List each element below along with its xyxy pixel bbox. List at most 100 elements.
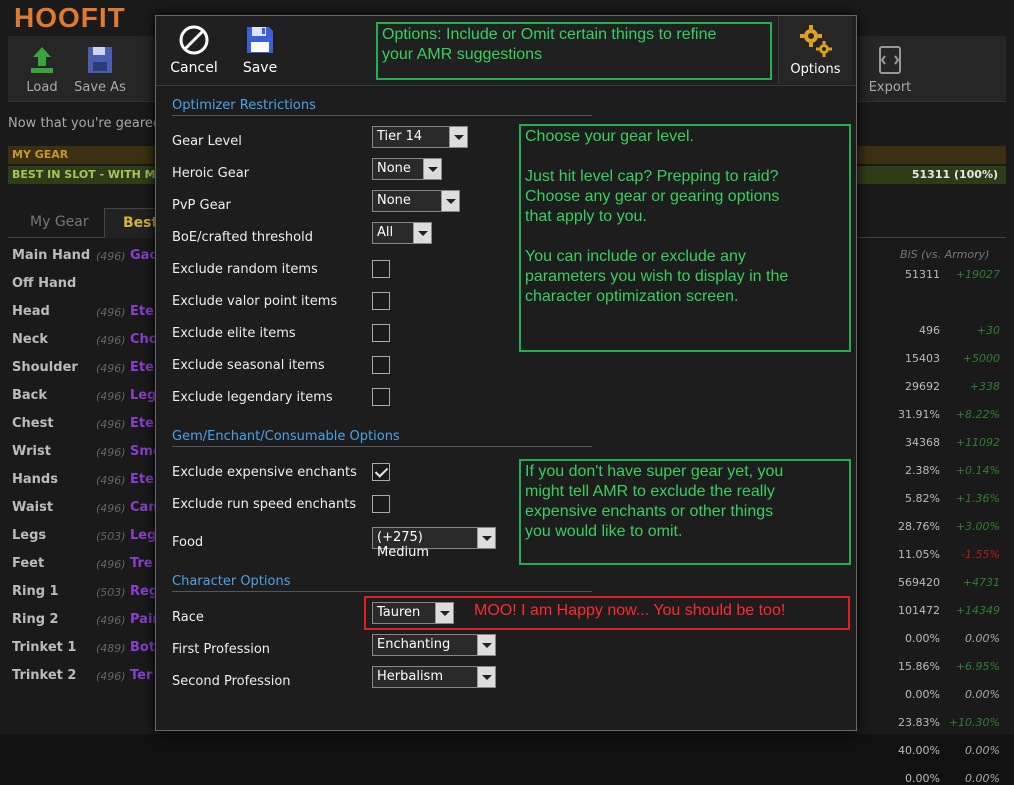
bis-bar-label: BEST IN SLOT - WITH M <box>12 168 156 181</box>
slot-name: Chest <box>12 416 54 431</box>
armory-delta: +11092 <box>955 436 1000 449</box>
slot-item-level: (496) <box>96 306 126 319</box>
export-button[interactable]: Export <box>860 44 920 95</box>
armory-delta: -1.55% <box>961 548 1000 561</box>
slot-item-name: Cho <box>130 332 158 347</box>
gear-level-select[interactable]: Tier 14 <box>372 126 468 148</box>
slot-item-level: (496) <box>96 614 126 627</box>
gear-level-value: Tier 14 <box>377 129 423 144</box>
save-as-icon <box>88 47 112 73</box>
chevron-down-icon <box>477 667 495 687</box>
exclude-random-label: Exclude random items <box>172 262 318 277</box>
exclude-seasonal-checkbox[interactable] <box>372 356 390 374</box>
slot-item-name: Leg <box>130 388 157 403</box>
slot-item-level: (496) <box>96 670 126 683</box>
chevron-down-icon <box>477 528 495 548</box>
slot-item-level: (503) <box>96 586 126 599</box>
slot-item-name: Tre <box>130 556 153 571</box>
slot-item-level: (496) <box>96 446 126 459</box>
armory-delta: +5000 <box>962 352 1000 365</box>
pvp-gear-label: PvP Gear <box>172 198 231 213</box>
armory-delta: +4731 <box>962 576 1000 589</box>
exclude-run-speed-checkbox[interactable] <box>372 495 390 513</box>
exclude-run-speed-label: Exclude run speed enchants <box>172 497 357 512</box>
armory-delta: 0.00% <box>965 632 1000 645</box>
slot-name: Off Hand <box>12 276 77 291</box>
exclude-elite-checkbox[interactable] <box>372 324 390 342</box>
save-as-label: Save As <box>74 80 126 95</box>
boe-threshold-value: All <box>377 225 394 240</box>
race-label: Race <box>172 610 204 625</box>
save-button[interactable]: Save <box>230 24 290 76</box>
slot-row: Shoulder (496) Ete <box>8 354 158 382</box>
armory-delta: +30 <box>976 324 1000 337</box>
slot-item-level: (496) <box>96 474 126 487</box>
exclude-expensive-label: Exclude expensive enchants <box>172 465 357 480</box>
exclude-expensive-checkbox[interactable] <box>372 463 390 481</box>
heroic-gear-value: None <box>377 161 411 176</box>
slot-name: Feet <box>12 556 45 571</box>
slot-name: Trinket 2 <box>12 668 77 683</box>
slot-row: Feet (496) Tre <box>8 550 158 578</box>
slot-row: Neck (496) Cho <box>8 326 158 354</box>
armory-delta: +6.95% <box>955 660 1000 673</box>
slot-item-name: Can <box>130 500 158 515</box>
first-profession-select[interactable]: Enchanting <box>372 634 496 656</box>
slot-item-name: Reg <box>130 584 159 599</box>
food-value: (+275) Medium <box>377 530 429 560</box>
armory-delta: +10.30% <box>948 716 1000 729</box>
options-label: Options <box>790 62 841 77</box>
race-select[interactable]: Tauren <box>372 602 454 624</box>
chevron-down-icon <box>423 159 441 179</box>
exclude-legendary-checkbox[interactable] <box>372 388 390 406</box>
armory-delta: +0.14% <box>955 464 1000 477</box>
load-button[interactable]: Load <box>12 44 72 95</box>
load-label: Load <box>26 80 58 95</box>
slot-item-name: Ete <box>130 304 154 319</box>
slot-item-name: Ete <box>130 360 154 375</box>
slot-name: Waist <box>12 500 54 515</box>
heroic-gear-label: Heroic Gear <box>172 166 250 181</box>
boe-threshold-select[interactable]: All <box>372 222 432 244</box>
slot-item-level: (496) <box>96 334 126 347</box>
section-optimizer: Optimizer Restrictions <box>172 98 592 116</box>
cancel-button[interactable]: Cancel <box>164 24 224 76</box>
exclude-elite-label: Exclude elite items <box>172 326 296 341</box>
slot-item-level: (496) <box>96 362 126 375</box>
armory-delta: 0.00% <box>965 744 1000 757</box>
slot-row: Ring 2 (496) Pair <box>8 606 159 634</box>
save-as-button[interactable]: Save As <box>70 44 130 95</box>
slot-item-name: Ete <box>130 472 154 487</box>
slot-item-level: (496) <box>96 558 126 571</box>
options-dialog: Cancel Save Options: Include or Omit cer… <box>155 15 857 731</box>
second-profession-select[interactable]: Herbalism <box>372 666 496 688</box>
exclude-random-checkbox[interactable] <box>372 260 390 278</box>
section-character: Character Options <box>172 574 592 592</box>
cancel-label: Cancel <box>170 60 218 76</box>
slot-row: Wrist (496) Smo <box>8 438 162 466</box>
slot-name: Legs <box>12 528 47 543</box>
exclude-valor-label: Exclude valor point items <box>172 294 338 309</box>
slot-item-level: (496) <box>96 418 126 431</box>
tab-my-gear[interactable]: My Gear <box>12 208 107 238</box>
armory-delta: +8.22% <box>955 408 1000 421</box>
food-select[interactable]: (+275) Medium <box>372 527 496 560</box>
slot-item-level: (496) <box>96 502 126 515</box>
slot-row: Head (496) Ete <box>8 298 158 326</box>
options-button[interactable]: Options <box>778 16 852 84</box>
exclude-valor-checkbox[interactable] <box>372 292 390 310</box>
heroic-gear-select[interactable]: None <box>372 158 442 180</box>
upload-icon <box>31 47 53 73</box>
cancel-icon <box>179 25 209 55</box>
slot-row: Back (496) Leg <box>8 382 158 410</box>
armory-delta: +338 <box>969 380 1000 393</box>
slot-item-name: Bot <box>130 640 156 655</box>
first-profession-value: Enchanting <box>377 637 451 652</box>
armory-delta: +14349 <box>955 604 1000 617</box>
slot-row: Chest (496) Ete <box>8 410 158 438</box>
pvp-gear-select[interactable]: None <box>372 190 460 212</box>
slot-item-name: Ter <box>130 668 153 683</box>
slot-row: Legs (503) Leg <box>8 522 158 550</box>
export-label: Export <box>868 80 912 95</box>
chevron-down-icon <box>477 635 495 655</box>
